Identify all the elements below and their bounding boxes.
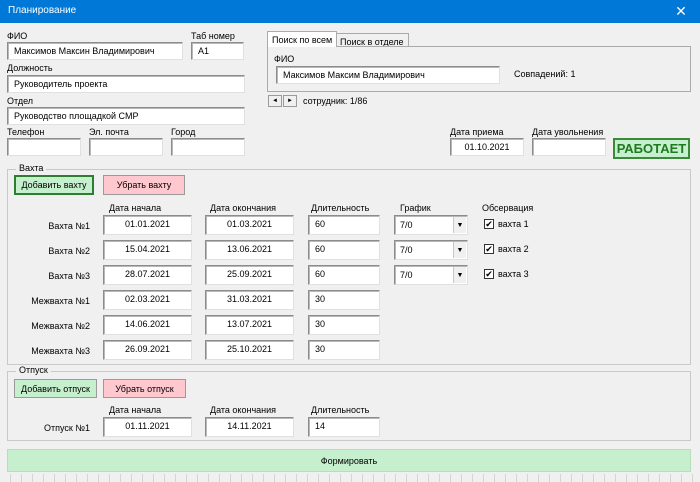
inter-vakhta-duration-field[interactable]: 30 (308, 315, 380, 335)
fire-date-field[interactable] (532, 138, 606, 156)
fire-date-label: Дата увольнения (532, 127, 604, 137)
inter-vakhta-row-label: Межвахта №3 (31, 346, 90, 356)
city-label: Город (171, 127, 196, 137)
vakhta-col-observation: Обсервация (482, 203, 534, 213)
inter-vakhta-row-label: Межвахта №2 (31, 321, 90, 331)
vakhta-duration-field[interactable]: 60 (308, 215, 380, 235)
employee-counter: сотрудник: 1/86 (303, 96, 368, 106)
add-vakhta-button[interactable]: Добавить вахту (14, 175, 94, 195)
vakhta-col-start: Дата начала (109, 203, 162, 213)
position-field[interactable]: Руководитель проекта (7, 75, 245, 93)
window-titlebar: Планирование ✕ (0, 0, 700, 23)
schedule-value: 7/0 (400, 245, 413, 255)
status-badge: РАБОТАЕТ (613, 138, 690, 159)
vacation-row-label: Отпуск №1 (44, 423, 90, 433)
department-label: Отдел (7, 96, 34, 106)
hire-date-field[interactable]: 01.10.2021 (450, 138, 524, 156)
vakhta-col-schedule: График (400, 203, 431, 213)
remove-vacation-button[interactable]: Убрать отпуск (103, 379, 186, 398)
search-panel: ФИО Максимов Максим Владимирович Совпаде… (267, 46, 691, 92)
schedule-value: 7/0 (400, 220, 413, 230)
vakhta-start-field[interactable]: 28.07.2021 (103, 265, 192, 285)
vakhta-group-title: Вахта (16, 163, 47, 173)
observation-checkbox[interactable]: ✔ (484, 244, 494, 254)
matches-count: Совпадений: 1 (514, 69, 576, 79)
vakhta-duration-field[interactable]: 60 (308, 265, 380, 285)
observation-checkbox[interactable]: ✔ (484, 269, 494, 279)
close-icon[interactable]: ✕ (662, 0, 700, 23)
position-label: Должность (7, 63, 53, 73)
email-label: Эл. почта (89, 127, 129, 137)
window-title: Планирование (8, 5, 77, 16)
vakhta-row-label: Вахта №3 (48, 271, 90, 281)
email-field[interactable] (89, 138, 163, 156)
observation-label: вахта 2 (498, 244, 529, 254)
tab-number-label: Таб номер (191, 31, 235, 41)
vacation-col-duration: Длительность (311, 405, 370, 415)
add-vacation-button[interactable]: Добавить отпуск (14, 379, 97, 398)
vakhta-row-label: Вахта №2 (48, 246, 90, 256)
bottom-strip (0, 474, 700, 482)
inter-vakhta-end-field[interactable]: 25.10.2021 (205, 340, 294, 360)
vakhta-start-field[interactable]: 15.04.2021 (103, 240, 192, 260)
observation-label: вахта 1 (498, 219, 529, 229)
vakhta-start-field[interactable]: 01.01.2021 (103, 215, 192, 235)
inter-vakhta-duration-field[interactable]: 30 (308, 340, 380, 360)
vacation-col-end: Дата окончания (210, 405, 277, 415)
vacation-end-field[interactable]: 14.11.2021 (205, 417, 294, 437)
vacation-start-field[interactable]: 01.11.2021 (103, 417, 192, 437)
vakhta-col-end: Дата окончания (210, 203, 277, 213)
vacation-duration-field[interactable]: 14 (308, 417, 380, 437)
city-field[interactable] (171, 138, 245, 156)
vacation-group-title: Отпуск (16, 365, 51, 375)
fio-field[interactable]: Максимов Максин Владимирович (7, 42, 183, 60)
vakhta-row-label: Вахта №1 (48, 221, 90, 231)
inter-vakhta-start-field[interactable]: 26.09.2021 (103, 340, 192, 360)
inter-vakhta-end-field[interactable]: 13.07.2021 (205, 315, 294, 335)
tab-search-all[interactable]: Поиск по всем (267, 31, 338, 47)
remove-vakhta-button[interactable]: Убрать вахту (103, 175, 185, 195)
vacation-col-start: Дата начала (109, 405, 162, 415)
search-fio-label: ФИО (274, 54, 295, 64)
tab-search-dept[interactable]: Поиск в отделе (335, 33, 409, 47)
next-employee-icon[interactable]: ► (283, 95, 297, 107)
department-field[interactable]: Руководство площадкой СМР (7, 107, 245, 125)
inter-vakhta-start-field[interactable]: 02.03.2021 (103, 290, 192, 310)
vakhta-col-duration: Длительность (311, 203, 370, 213)
phone-field[interactable] (7, 138, 81, 156)
observation-label: вахта 3 (498, 269, 529, 279)
schedule-value: 7/0 (400, 270, 413, 280)
form-button[interactable]: Формировать (7, 449, 691, 472)
prev-employee-icon[interactable]: ◄ (268, 95, 282, 107)
inter-vakhta-duration-field[interactable]: 30 (308, 290, 380, 310)
phone-label: Телефон (7, 127, 45, 137)
vakhta-end-field[interactable]: 13.06.2021 (205, 240, 294, 260)
inter-vakhta-row-label: Межвахта №1 (31, 296, 90, 306)
search-fio-input[interactable]: Максимов Максим Владимирович (276, 66, 500, 84)
vakhta-schedule-select[interactable]: 7/0 ▼ (394, 215, 468, 235)
hire-date-label: Дата приема (450, 127, 504, 137)
inter-vakhta-start-field[interactable]: 14.06.2021 (103, 315, 192, 335)
vakhta-duration-field[interactable]: 60 (308, 240, 380, 260)
observation-checkbox[interactable]: ✔ (484, 219, 494, 229)
inter-vakhta-end-field[interactable]: 31.03.2021 (205, 290, 294, 310)
vakhta-end-field[interactable]: 25.09.2021 (205, 265, 294, 285)
vakhta-schedule-select[interactable]: 7/0 ▼ (394, 265, 468, 285)
vakhta-schedule-select[interactable]: 7/0 ▼ (394, 240, 468, 260)
vakhta-end-field[interactable]: 01.03.2021 (205, 215, 294, 235)
chevron-down-icon[interactable]: ▼ (453, 217, 466, 233)
chevron-down-icon[interactable]: ▼ (453, 267, 466, 283)
chevron-down-icon[interactable]: ▼ (453, 242, 466, 258)
tab-number-field[interactable]: А1 (191, 42, 244, 60)
fio-label: ФИО (7, 31, 28, 41)
